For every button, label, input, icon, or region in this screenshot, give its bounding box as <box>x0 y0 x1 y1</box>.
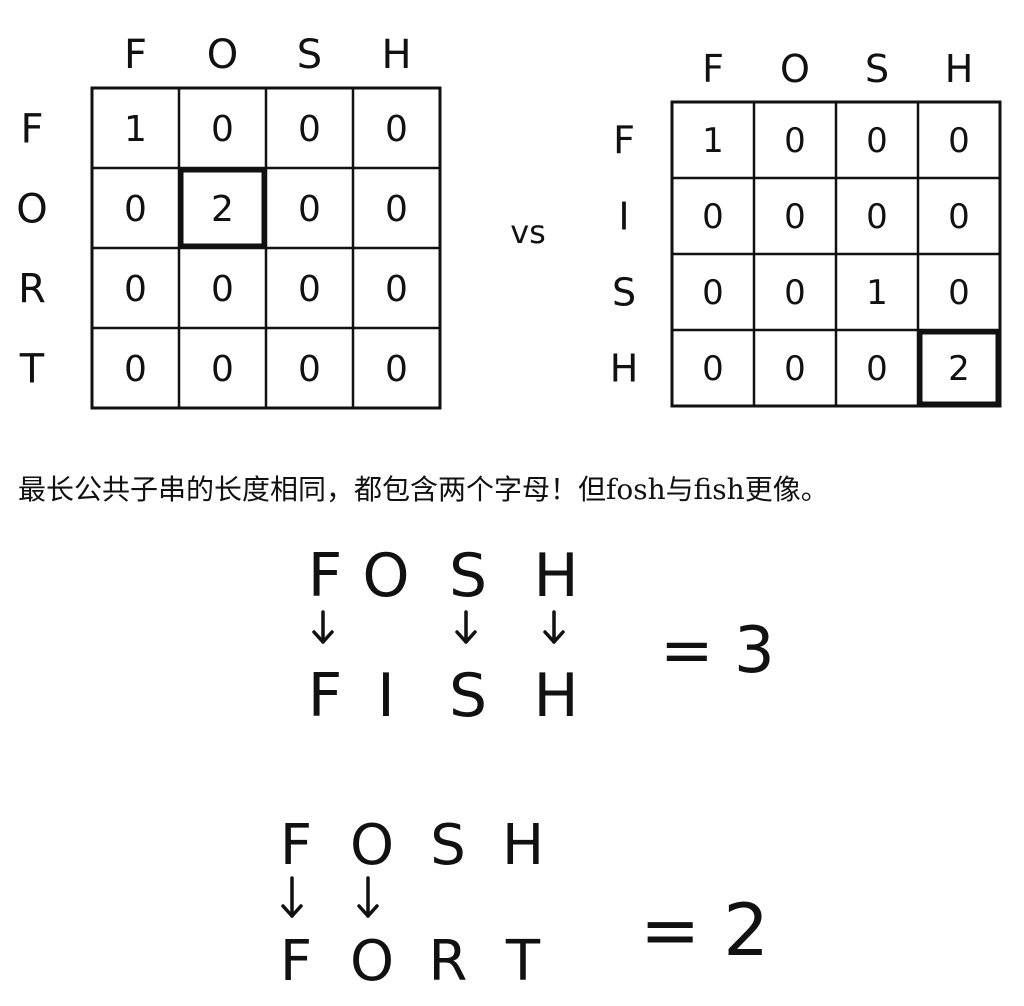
grid-cell-value: 0 <box>702 273 724 313</box>
column-header-f: F <box>124 32 147 78</box>
grid-cell-value: 2 <box>211 189 234 230</box>
bottom-letter-f: F <box>280 929 312 994</box>
bottom-letter-f: F <box>308 661 343 731</box>
right-grid-fosh-vs-fish: F O S HFISH1 0 0 00 0 0 00 0 1 00 0 0 2 <box>610 47 1002 408</box>
grid-cell-value: 0 <box>866 349 888 389</box>
bottom-letter-s: S <box>449 661 487 731</box>
top-letter-h: H <box>533 541 578 611</box>
bottom-letter-r: R <box>429 929 468 994</box>
grid-cell-value: 0 <box>702 197 724 237</box>
grid-cell-value: 0 <box>385 109 408 150</box>
column-header-h: H <box>381 32 411 78</box>
column-header-o: O <box>207 32 238 78</box>
row-header-o: O <box>16 186 47 232</box>
grid-cell-value: 0 <box>948 197 970 237</box>
row-header-s: S <box>612 271 636 315</box>
top-letter-f: F <box>280 813 312 878</box>
grid-cell-value: 0 <box>298 349 321 390</box>
left-grid-fosh-vs-fort: F O S HFORT1 0 0 00 2 0 00 0 0 00 0 0 0 <box>16 32 442 410</box>
grid-cell-value: 0 <box>298 269 321 310</box>
grid-cell-value: 0 <box>784 121 806 161</box>
column-header-s: S <box>865 47 889 91</box>
grid-cell-value: 1 <box>124 109 147 150</box>
top-letter-f: F <box>308 541 343 611</box>
column-header-h: H <box>945 47 974 91</box>
grid-cell-value: 0 <box>784 349 806 389</box>
row-header-t: T <box>19 346 45 392</box>
grid-cell-value: 0 <box>124 269 147 310</box>
caption-text: 最长公共子串的长度相同，都包含两个字母！但fosh与fish更像。 <box>18 473 829 506</box>
top-letter-o: O <box>362 541 409 611</box>
down-arrow-icon <box>312 610 334 644</box>
column-header-f: F <box>702 47 724 91</box>
grid-cell-value: 0 <box>784 197 806 237</box>
grid-cell-value: 0 <box>948 121 970 161</box>
column-header-s: S <box>297 32 322 78</box>
down-arrow-icon <box>543 610 565 644</box>
grid-cell-value: 0 <box>298 109 321 150</box>
grid-cell-value: 0 <box>385 269 408 310</box>
grid-cell-value: 0 <box>866 121 888 161</box>
grid-cell-value: 1 <box>702 121 724 161</box>
down-arrow-icon <box>281 876 303 918</box>
bottom-letter-h: H <box>533 661 578 731</box>
grid-cell-value: 0 <box>948 273 970 313</box>
top-letter-o: O <box>350 813 394 878</box>
row-header-f: F <box>613 119 635 163</box>
grid-cell-value: 0 <box>211 349 234 390</box>
result-value: = 2 <box>640 888 769 972</box>
bottom-letter-t: T <box>505 929 541 994</box>
grid-cell-value: 1 <box>866 273 888 313</box>
row-header-i: I <box>618 195 629 239</box>
grid-cell-value: 0 <box>124 349 147 390</box>
grid-cell-value: 0 <box>385 189 408 230</box>
grid-cell-value: 2 <box>948 349 970 389</box>
grid-cell-value: 0 <box>784 273 806 313</box>
down-arrow-icon <box>357 876 379 918</box>
row-header-f: F <box>20 106 43 152</box>
grid-cell-value: 0 <box>385 349 408 390</box>
bottom-letter-o: O <box>350 929 394 994</box>
comparison-fosh-fish: F O S H F I S H = 3 <box>308 541 775 731</box>
top-letter-h: H <box>502 813 544 878</box>
down-arrow-icon <box>455 610 477 644</box>
top-letter-s: S <box>449 541 487 611</box>
row-header-h: H <box>610 347 639 391</box>
grid-cell-value: 0 <box>211 109 234 150</box>
top-letter-s: S <box>430 813 466 878</box>
comparison-fosh-fort: F O S H F O R T = 2 <box>280 813 769 994</box>
vs-label: vs <box>510 213 546 251</box>
column-header-o: O <box>780 47 810 91</box>
grid-cell-value: 0 <box>866 197 888 237</box>
bottom-letter-i: I <box>377 661 395 731</box>
grid-cell-value: 0 <box>211 269 234 310</box>
grid-cell-value: 0 <box>702 349 724 389</box>
row-header-r: R <box>18 266 46 312</box>
result-value: = 3 <box>660 614 775 688</box>
grid-cell-value: 0 <box>298 189 321 230</box>
grid-cell-value: 0 <box>124 189 147 230</box>
